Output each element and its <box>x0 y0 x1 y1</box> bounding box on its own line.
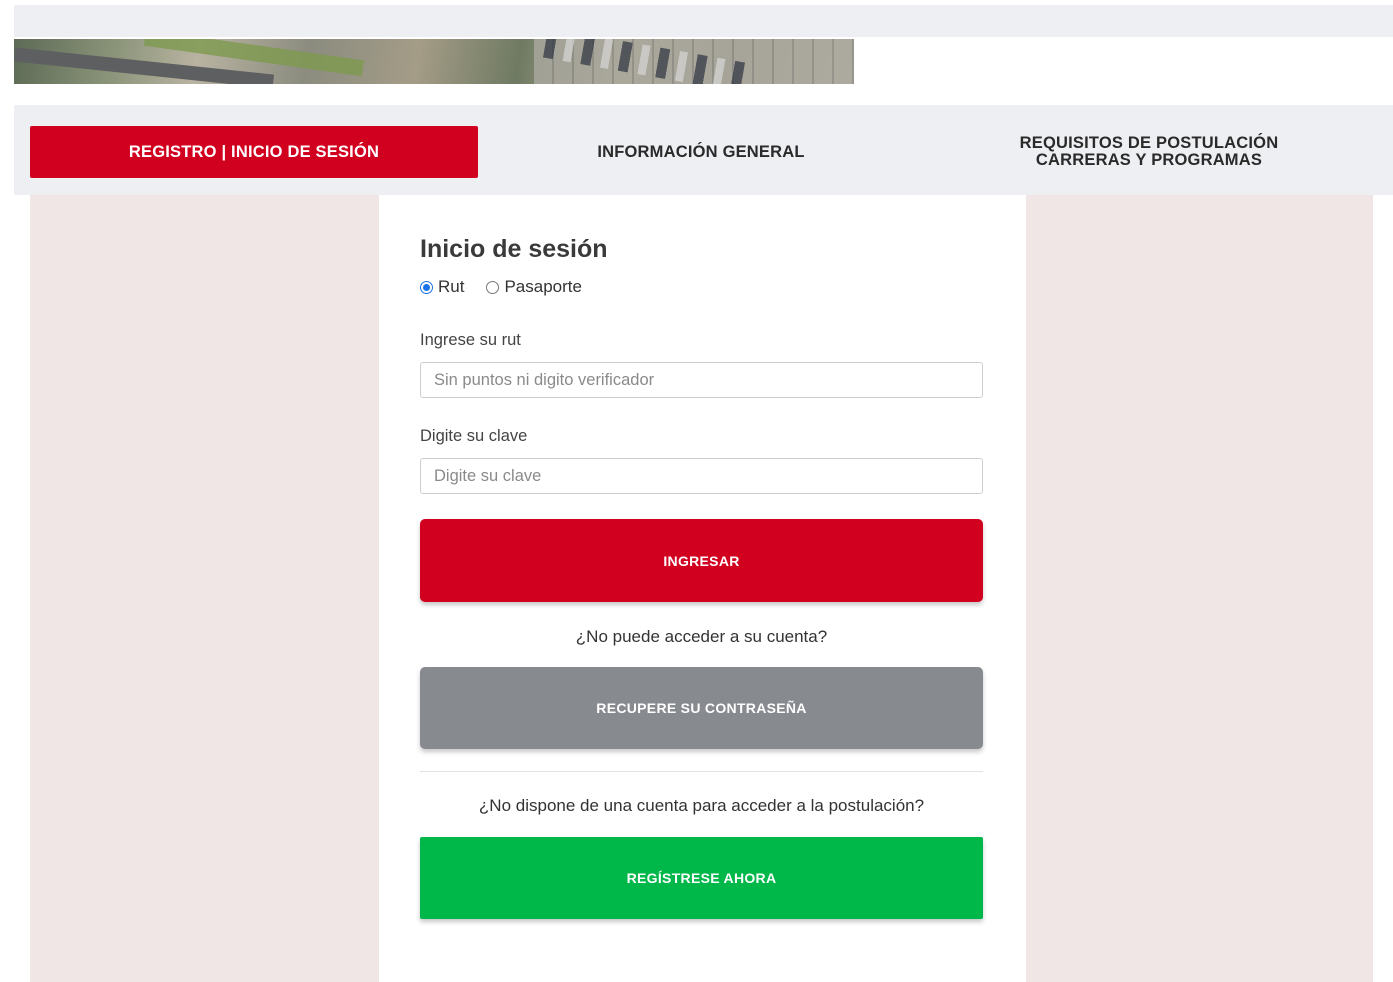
id-type-radio-group: Rut Pasaporte <box>420 277 604 297</box>
tab-label: REGISTRO | INICIO DE SESIÓN <box>128 142 380 161</box>
top-bar <box>14 5 1393 37</box>
rut-input[interactable] <box>420 362 983 398</box>
register-button[interactable]: REGÍSTRESE AHORA <box>420 837 983 919</box>
divider <box>420 771 983 772</box>
radio-pasaporte[interactable] <box>486 280 500 294</box>
tab-label-line2: CARRERAS Y PROGRAMAS <box>1035 151 1263 169</box>
password-input[interactable] <box>420 458 983 494</box>
login-button-label: INGRESAR <box>663 552 740 569</box>
login-panel: Inicio de sesión Rut Pasaporte Ingrese s… <box>379 195 1026 982</box>
password-label: Digite su clave <box>420 427 528 445</box>
left-side-panel <box>30 195 379 982</box>
header-banner-image <box>14 39 854 84</box>
recover-password-button[interactable]: RECUPERE SU CONTRASEÑA <box>420 667 983 749</box>
tab-registro-inicio-sesion[interactable]: REGISTRO | INICIO DE SESIÓN <box>30 126 478 178</box>
tab-label-line1: REQUISITOS DE POSTULACIÓN <box>1019 134 1279 152</box>
login-button[interactable]: INGRESAR <box>420 519 983 602</box>
recover-password-label: RECUPERE SU CONTRASEÑA <box>596 700 807 716</box>
no-account-question: ¿No dispone de una cuenta para acceder a… <box>478 796 925 815</box>
rut-label: Ingrese su rut <box>420 331 521 349</box>
page-title: Inicio de sesión <box>420 235 608 263</box>
radio-rut[interactable] <box>420 280 433 294</box>
tab-label: INFORMACIÓN GENERAL <box>597 142 805 161</box>
tab-informacion-general[interactable]: INFORMACIÓN GENERAL <box>478 126 924 178</box>
main-nav: REGISTRO | INICIO DE SESIÓN INFORMACIÓN … <box>14 105 1393 195</box>
right-side-panel <box>1026 195 1373 982</box>
radio-rut-label: Rut <box>438 277 465 296</box>
register-button-label: REGÍSTRESE AHORA <box>626 870 777 886</box>
forgot-account-question: ¿No puede acceder a su cuenta? <box>575 627 828 646</box>
tab-requisitos-postulacion[interactable]: REQUISITOS DE POSTULACIÓN CARRERAS Y PRO… <box>924 126 1374 178</box>
radio-pasaporte-label: Pasaporte <box>504 277 582 296</box>
